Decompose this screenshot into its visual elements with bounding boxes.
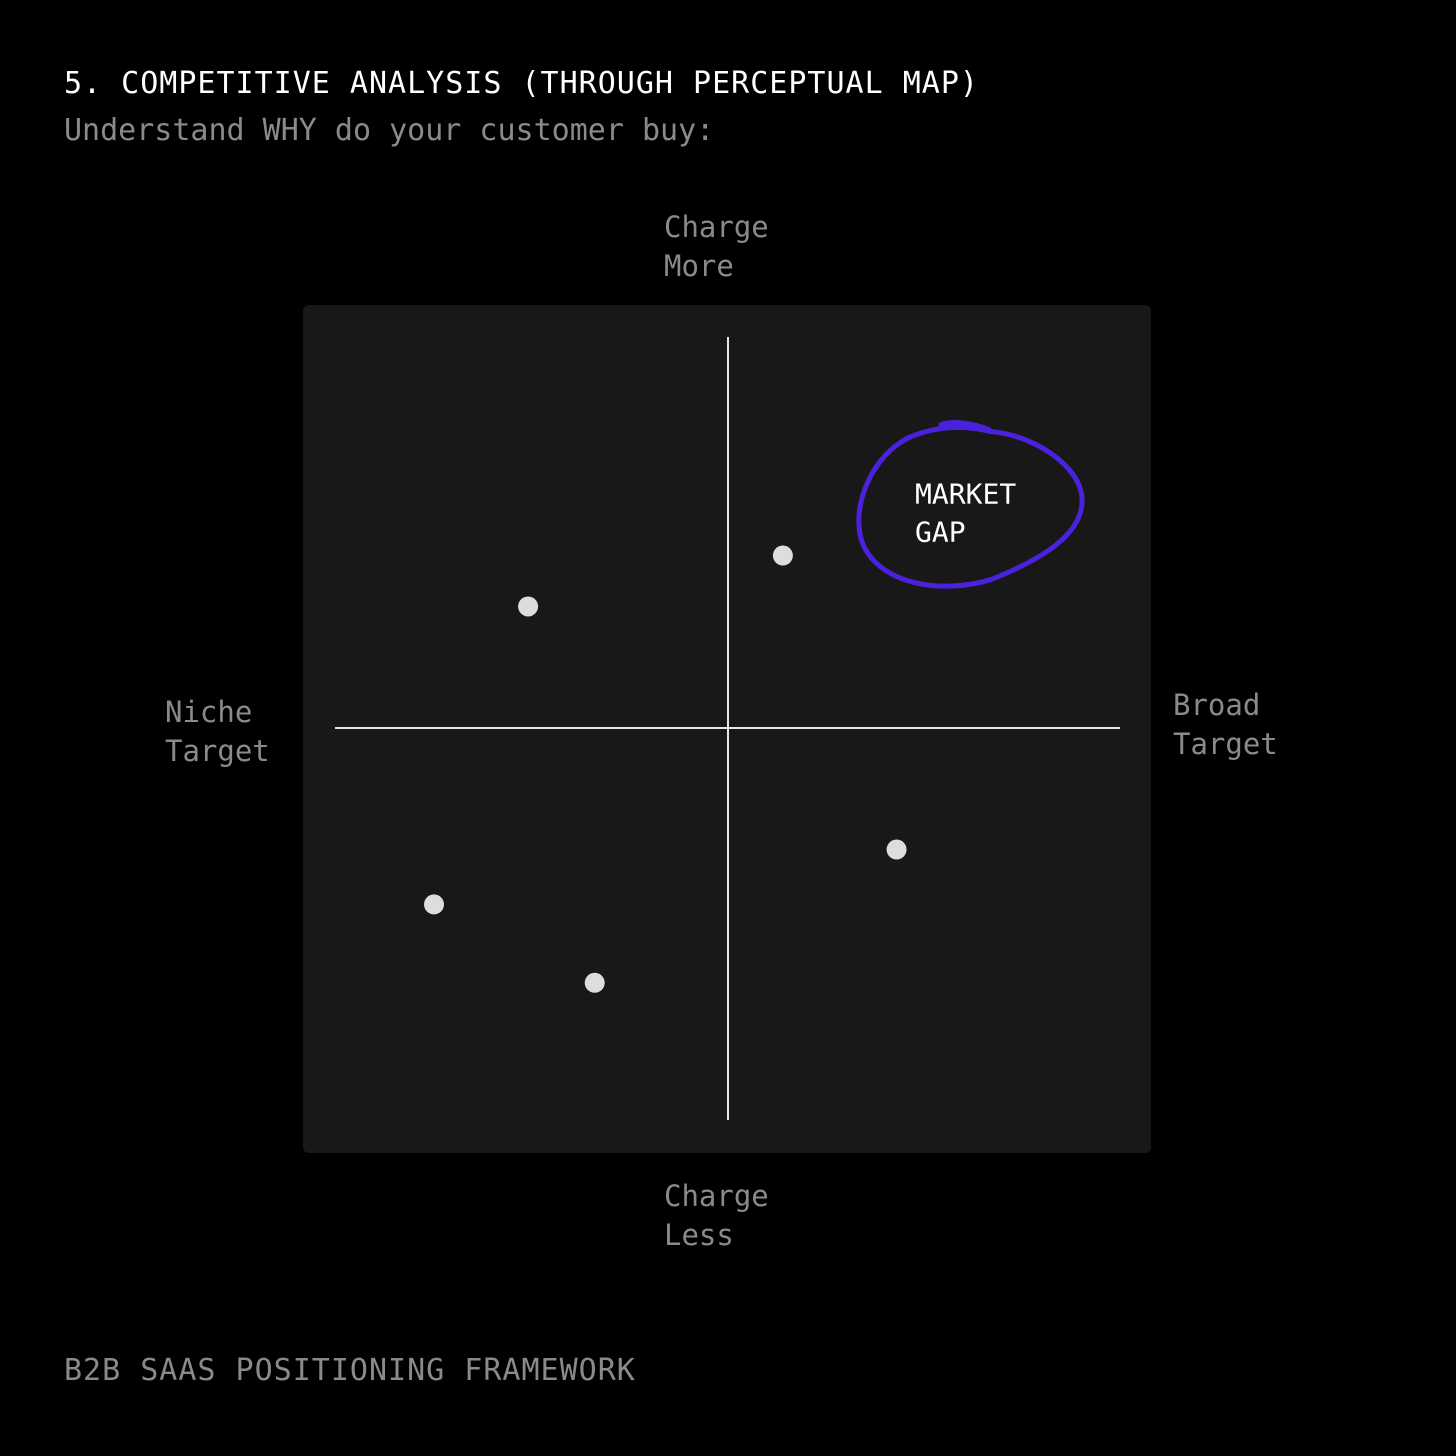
market-gap-label-line2: GAP: [915, 516, 966, 549]
data-point-1: [772, 545, 793, 566]
data-point-2: [518, 596, 539, 617]
data-point-3: [886, 839, 907, 860]
data-point-5: [584, 972, 605, 993]
data-point-4: [424, 894, 444, 915]
footer-label: B2B SAAS POSITIONING FRAMEWORK: [64, 1353, 636, 1388]
market-gap-label-line1: MARKET: [915, 478, 1016, 511]
perceptual-map: MARKET GAP: [303, 305, 1151, 1153]
